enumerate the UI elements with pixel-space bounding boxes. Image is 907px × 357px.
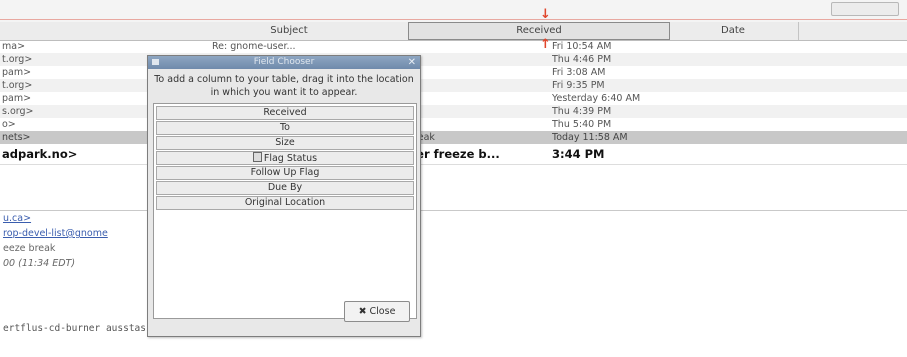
message-list: ma> Re: gnome-user... Fri 10:54 AM t.org… bbox=[0, 40, 907, 165]
close-x-icon: ✖ bbox=[358, 306, 367, 317]
row-date: Today 11:58 AM bbox=[552, 132, 628, 143]
preview-to-link[interactable]: rop-devel-list@gnome bbox=[3, 228, 108, 239]
row-date: Thu 5:40 PM bbox=[552, 119, 612, 130]
row-date: Thu 4:39 PM bbox=[552, 106, 612, 117]
field-item-flag-status[interactable]: Flag Status bbox=[156, 151, 414, 165]
row-date: Yesterday 6:40 AM bbox=[552, 93, 641, 104]
table-row[interactable]: s.org> Thu 4:39 PM bbox=[0, 105, 907, 118]
row-from: ma> bbox=[2, 41, 26, 52]
field-item-follow-up-flag[interactable]: Follow Up Flag bbox=[156, 166, 414, 180]
table-row[interactable]: t.org> Thu 4:46 PM bbox=[0, 53, 907, 66]
table-row[interactable]: pam> Fri 3:08 AM bbox=[0, 66, 907, 79]
row-date: Fri 3:08 AM bbox=[552, 67, 606, 78]
field-list: Received To Size Flag Status Follow Up F… bbox=[153, 103, 417, 319]
flag-icon bbox=[252, 152, 262, 162]
row-date: 3:44 PM bbox=[552, 147, 605, 161]
message-preview-pane: u.ca> rop-devel-list@gnome eeze break 00… bbox=[0, 210, 907, 357]
field-item-due-by[interactable]: Due By bbox=[156, 181, 414, 195]
row-from: t.org> bbox=[2, 80, 33, 91]
row-from: pam> bbox=[2, 67, 32, 78]
table-row[interactable]: t.org> Fri 9:35 PM bbox=[0, 79, 907, 92]
preview-date: 00 (11:34 EDT) bbox=[3, 258, 76, 269]
table-row-unread[interactable]: adpark.no> ner freeze b... 3:44 PM bbox=[0, 144, 907, 165]
table-row-selected[interactable]: nets> break Today 11:58 AM bbox=[0, 131, 907, 144]
preview-subject: eeze break bbox=[3, 243, 56, 254]
dialog-titlebar[interactable]: Field Chooser ✕ bbox=[148, 56, 420, 69]
row-date: Thu 4:46 PM bbox=[552, 54, 612, 65]
message-list-header: Subject Received Date bbox=[0, 22, 907, 41]
table-row[interactable]: ma> Re: gnome-user... Fri 10:54 AM bbox=[0, 40, 907, 53]
row-from: adpark.no> bbox=[2, 147, 78, 161]
divider bbox=[0, 19, 907, 20]
row-subject: break bbox=[408, 132, 435, 143]
dialog-instructions: To add a column to your table, drag it i… bbox=[154, 74, 414, 98]
column-header-subject[interactable]: Subject bbox=[170, 22, 409, 40]
row-from: pam> bbox=[2, 93, 32, 104]
row-from: t.org> bbox=[2, 54, 33, 65]
toolbar-strip bbox=[0, 0, 907, 23]
drop-marker-top-icon: ↓ bbox=[540, 7, 551, 22]
field-chooser-dialog: Field Chooser ✕ To add a column to your … bbox=[147, 55, 421, 337]
row-subject: Re: gnome-user... bbox=[212, 41, 296, 52]
field-item-size[interactable]: Size bbox=[156, 136, 414, 150]
column-header-date[interactable]: Date bbox=[668, 22, 799, 40]
dialog-title: Field Chooser bbox=[253, 57, 315, 67]
row-from: nets> bbox=[2, 132, 31, 143]
preview-from-link[interactable]: u.ca> bbox=[3, 213, 31, 224]
close-button[interactable]: ✖ Close bbox=[344, 301, 410, 322]
row-from: o> bbox=[2, 119, 16, 130]
field-item-label: Flag Status bbox=[263, 153, 318, 164]
row-from: s.org> bbox=[2, 106, 34, 117]
field-item-to[interactable]: To bbox=[156, 121, 414, 135]
column-header-received[interactable]: Received bbox=[408, 22, 670, 40]
table-row[interactable]: o> Thu 5:40 PM bbox=[0, 118, 907, 131]
close-button-label: Close bbox=[369, 306, 396, 317]
field-item-original-location[interactable]: Original Location bbox=[156, 196, 414, 210]
close-icon[interactable]: ✕ bbox=[408, 56, 416, 69]
row-subject: ner freeze b... bbox=[408, 147, 500, 161]
corner-button[interactable] bbox=[831, 2, 899, 16]
field-item-received[interactable]: Received bbox=[156, 106, 414, 120]
row-date: Fri 9:35 PM bbox=[552, 80, 605, 91]
row-date: Fri 10:54 AM bbox=[552, 41, 612, 52]
table-row[interactable]: pam> Yesterday 6:40 AM bbox=[0, 92, 907, 105]
